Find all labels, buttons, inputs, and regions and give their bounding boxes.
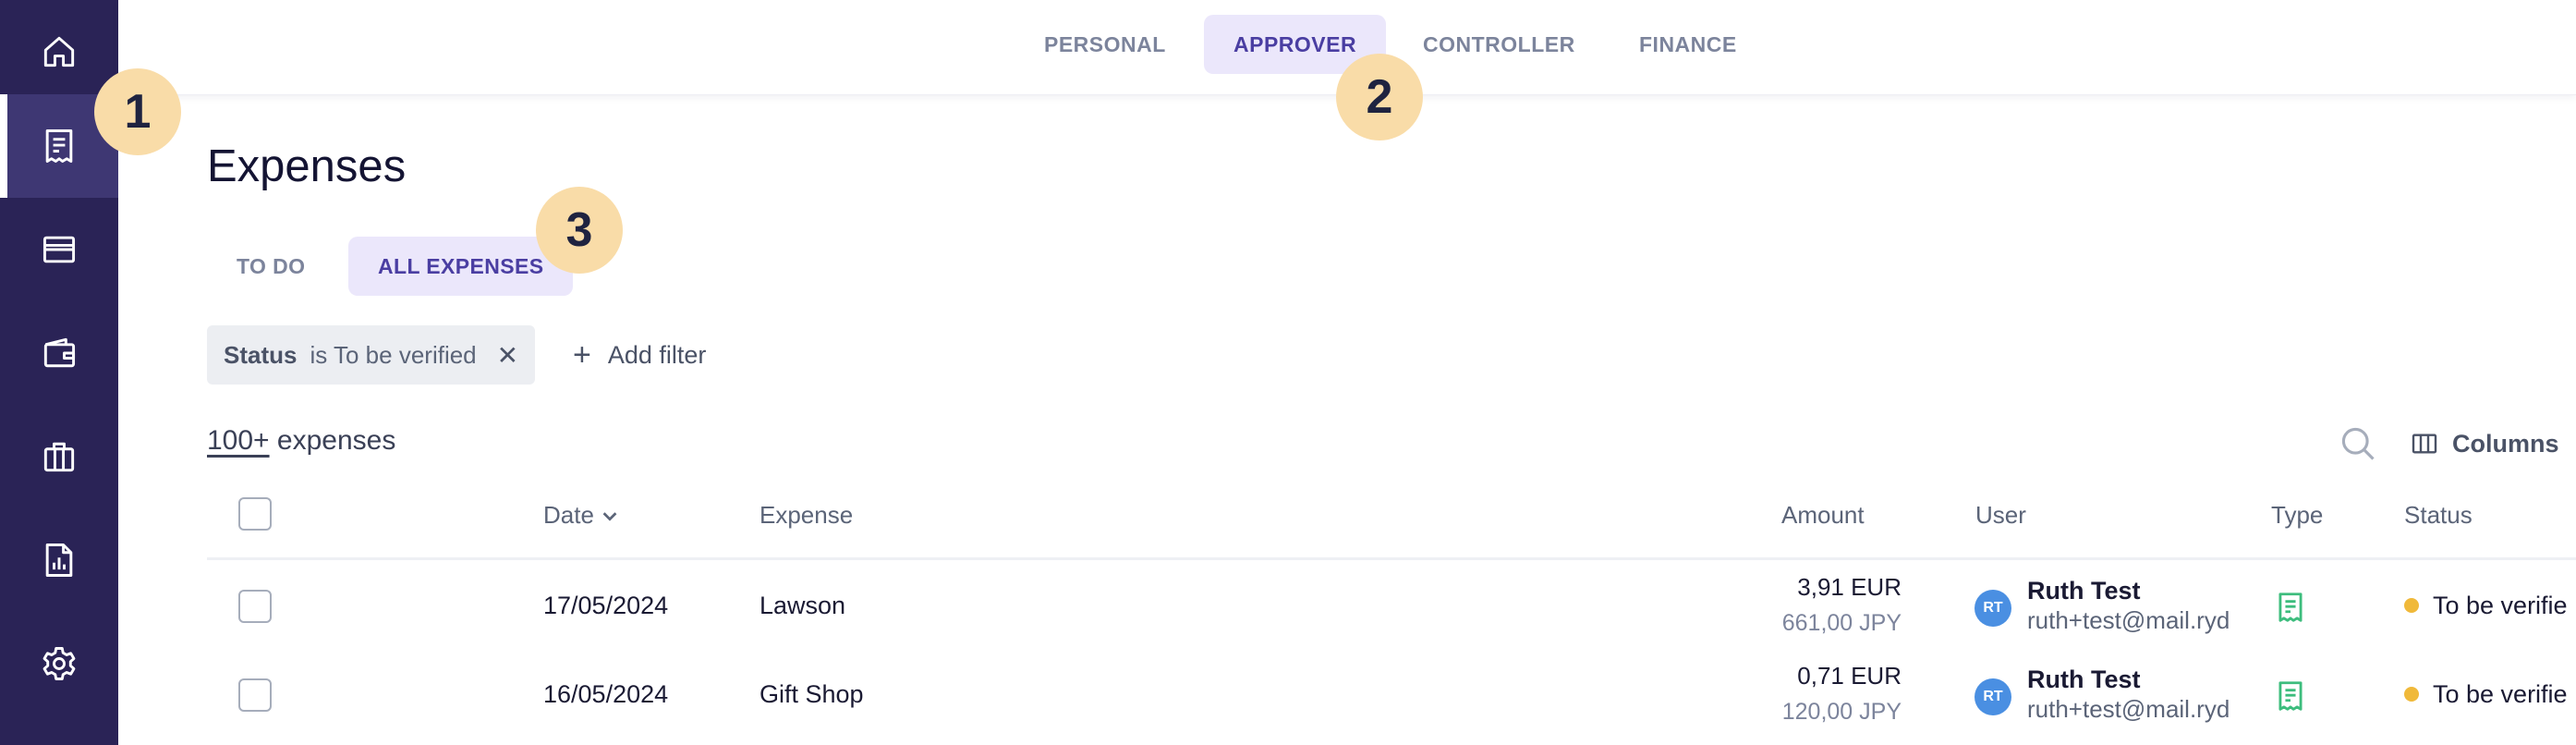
column-header-status[interactable]: Status	[2404, 501, 2473, 530]
row-amount: 0,71 EUR	[1797, 662, 1902, 690]
tab-controller[interactable]: CONTROLLER	[1393, 15, 1605, 74]
sidebar-item-wallet[interactable]	[0, 301, 118, 405]
add-filter-label: Add filter	[607, 340, 707, 369]
home-icon	[43, 36, 75, 67]
plus-icon: +	[573, 336, 591, 372]
avatar: RT	[1975, 678, 2011, 715]
row-date: 16/05/2024	[543, 680, 669, 708]
filter-key: Status	[224, 340, 298, 369]
status-badge: To be verifie	[2433, 680, 2568, 708]
avatar: RT	[1975, 590, 2011, 627]
close-icon[interactable]: ✕	[497, 340, 518, 371]
row-date: 17/05/2024	[543, 592, 669, 619]
expense-count: 100+ expenses	[207, 425, 395, 457]
select-all-checkbox[interactable]	[238, 497, 272, 531]
columns-label: Columns	[2452, 429, 2559, 458]
card-icon	[43, 236, 76, 263]
wallet-icon	[43, 337, 76, 368]
column-header-amount[interactable]: Amount	[1781, 501, 1865, 530]
expense-count-label: expenses	[276, 425, 396, 456]
tab-finance[interactable]: FINANCE	[1610, 15, 1767, 74]
sidebar-item-travel[interactable]	[0, 405, 118, 508]
status-dot	[2404, 598, 2419, 613]
table-header-divider	[207, 557, 2576, 560]
sidebar-item-cards[interactable]	[0, 198, 118, 301]
add-filter-button[interactable]: + Add filter	[573, 325, 706, 385]
row-expense: Gift Shop	[759, 680, 864, 708]
row-expense: Lawson	[759, 592, 846, 619]
callout-3: 3	[536, 187, 623, 274]
row-user-email: ruth+test@mail.ryd	[2027, 606, 2230, 634]
row-amount-original: 120,00 JPY	[1781, 699, 1902, 725]
report-icon	[45, 543, 73, 577]
column-header-type[interactable]: Type	[2271, 501, 2323, 530]
row-checkbox[interactable]	[238, 678, 272, 712]
column-header-date-label: Date	[543, 501, 594, 529]
callout-2: 2	[1336, 54, 1423, 140]
search-icon	[2341, 427, 2375, 460]
chevron-down-icon	[602, 511, 617, 521]
briefcase-icon	[43, 442, 75, 472]
status-filter-chip[interactable]: Status is To be verified ✕	[207, 325, 536, 385]
columns-icon	[2412, 434, 2437, 454]
row-user-name: Ruth Test	[2027, 666, 2141, 693]
sidebar-item-settings[interactable]	[0, 612, 118, 715]
sidebar-item-reports[interactable]	[0, 508, 118, 612]
column-header-date[interactable]: Date	[543, 501, 620, 530]
row-amount: 3,91 EUR	[1797, 573, 1902, 601]
page-title: Expenses	[207, 141, 407, 191]
gear-icon	[43, 647, 76, 680]
row-amount-original: 661,00 JPY	[1781, 610, 1902, 636]
tab-personal[interactable]: PERSONAL	[1015, 15, 1196, 74]
callout-1: 1	[94, 68, 181, 155]
expense-count-link[interactable]: 100+	[207, 425, 270, 456]
column-header-expense[interactable]: Expense	[759, 501, 853, 530]
receipt-icon	[2278, 592, 2303, 622]
columns-button[interactable]: Columns	[2410, 421, 2559, 466]
column-header-user[interactable]: User	[1975, 501, 2026, 530]
row-user-name: Ruth Test	[2027, 577, 2141, 605]
receipt-icon	[2278, 681, 2303, 711]
row-user-email: ruth+test@mail.ryd	[2027, 695, 2230, 723]
search-button[interactable]	[2338, 423, 2378, 464]
receipt-icon	[45, 129, 73, 163]
status-dot	[2404, 687, 2419, 702]
tab-to-do[interactable]: TO DO	[207, 237, 334, 296]
filter-value: is To be verified	[310, 340, 477, 369]
status-badge: To be verifie	[2433, 592, 2568, 619]
row-checkbox[interactable]	[238, 590, 272, 623]
